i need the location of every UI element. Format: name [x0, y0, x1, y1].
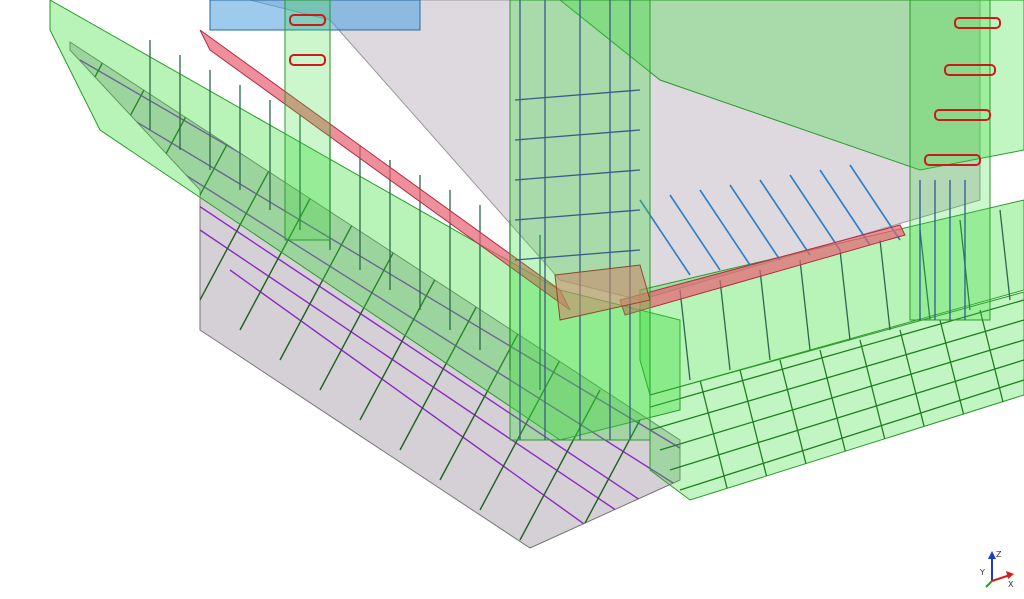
reinforcement-model [49, 0, 1024, 549]
column-left [284, 0, 331, 241]
axis-y-label: Y [979, 568, 985, 577]
column-front [509, 0, 651, 441]
axis-triad: Z X Y [979, 550, 1014, 589]
axis-z-label: Z [996, 550, 1002, 559]
3d-model-viewport[interactable]: Z X Y [0, 0, 1024, 599]
column-right [909, 0, 1001, 321]
axis-x-label: X [1008, 580, 1014, 589]
